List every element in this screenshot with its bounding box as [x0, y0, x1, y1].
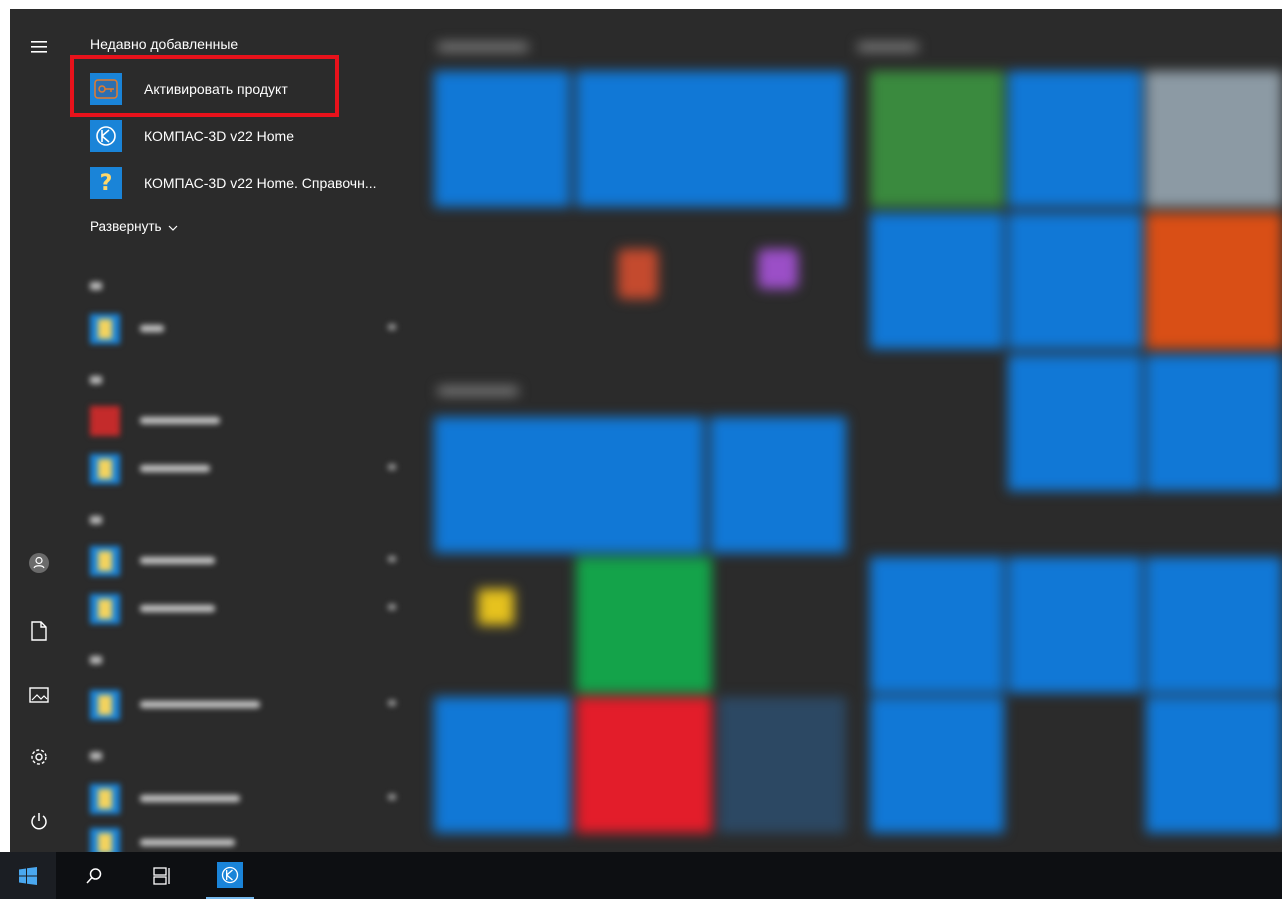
tile[interactable]	[434, 71, 570, 207]
tile[interactable]	[718, 697, 846, 833]
highlight-frame	[70, 55, 339, 117]
tile[interactable]	[870, 697, 1004, 833]
kompas-icon	[90, 120, 122, 152]
search-icon[interactable]	[70, 852, 118, 899]
hamburger-menu-icon[interactable]	[23, 31, 55, 63]
tile-group-title	[438, 387, 518, 395]
tile[interactable]	[1146, 697, 1282, 833]
tile[interactable]	[758, 249, 798, 289]
start-rail	[10, 9, 68, 852]
tile[interactable]	[1146, 557, 1282, 693]
app-item-kompas-3d[interactable]: КОМПАС-3D v22 Home	[90, 116, 410, 156]
list-item[interactable]	[90, 826, 402, 852]
documents-icon[interactable]	[23, 615, 55, 647]
taskbar	[0, 852, 1282, 899]
user-avatar-icon[interactable]	[23, 547, 55, 579]
tile[interactable]	[1008, 557, 1142, 693]
windows-start-icon[interactable]	[0, 852, 56, 899]
group-letter	[90, 516, 102, 524]
list-item[interactable]	[90, 404, 402, 440]
tile[interactable]	[870, 213, 1004, 349]
list-item[interactable]	[90, 782, 402, 818]
start-menu: Недавно добавленные Активировать продукт…	[10, 9, 1282, 852]
tile[interactable]	[710, 417, 846, 553]
pictures-icon[interactable]	[23, 679, 55, 711]
tile[interactable]	[1008, 71, 1142, 207]
help-question-icon: ?	[90, 167, 122, 199]
tile[interactable]	[576, 557, 712, 693]
list-item[interactable]	[90, 544, 402, 580]
tile[interactable]	[870, 71, 1004, 207]
group-letter	[90, 376, 102, 384]
tile-group-title	[438, 43, 528, 51]
tile[interactable]	[478, 589, 514, 625]
tile[interactable]	[1008, 213, 1142, 349]
list-item[interactable]	[90, 452, 402, 488]
kompas-taskbar-icon[interactable]	[206, 852, 254, 899]
task-view-icon[interactable]	[138, 852, 186, 899]
expand-label: Развернуть	[90, 219, 162, 234]
tile[interactable]	[576, 71, 846, 207]
blurred-app-list	[68, 264, 418, 852]
list-item[interactable]	[90, 592, 402, 628]
tile[interactable]	[434, 417, 704, 553]
blurred-tiles-area	[418, 9, 1282, 852]
list-item[interactable]	[90, 312, 402, 348]
chevron-down-icon	[168, 219, 178, 234]
tile[interactable]	[1008, 355, 1142, 491]
settings-gear-icon[interactable]	[23, 741, 55, 773]
tile[interactable]	[434, 697, 570, 833]
tile-group-title	[858, 43, 918, 51]
tile[interactable]	[870, 557, 1004, 693]
tile[interactable]	[618, 249, 658, 299]
tile[interactable]	[576, 697, 712, 833]
group-letter	[90, 282, 102, 290]
app-item-kompas-help[interactable]: ? КОМПАС-3D v22 Home. Справочн...	[90, 163, 410, 203]
tile[interactable]	[1146, 213, 1282, 349]
tile[interactable]	[1146, 355, 1282, 491]
expand-button[interactable]: Развернуть	[90, 219, 178, 234]
group-letter	[90, 656, 102, 664]
power-icon[interactable]	[23, 805, 55, 837]
list-item[interactable]	[90, 688, 402, 724]
tile[interactable]	[1146, 71, 1282, 207]
group-letter	[90, 752, 102, 760]
app-label: КОМПАС-3D v22 Home	[144, 128, 295, 144]
app-label: КОМПАС-3D v22 Home. Справочн...	[144, 175, 377, 191]
recently-added-heading: Недавно добавленные	[90, 36, 239, 52]
